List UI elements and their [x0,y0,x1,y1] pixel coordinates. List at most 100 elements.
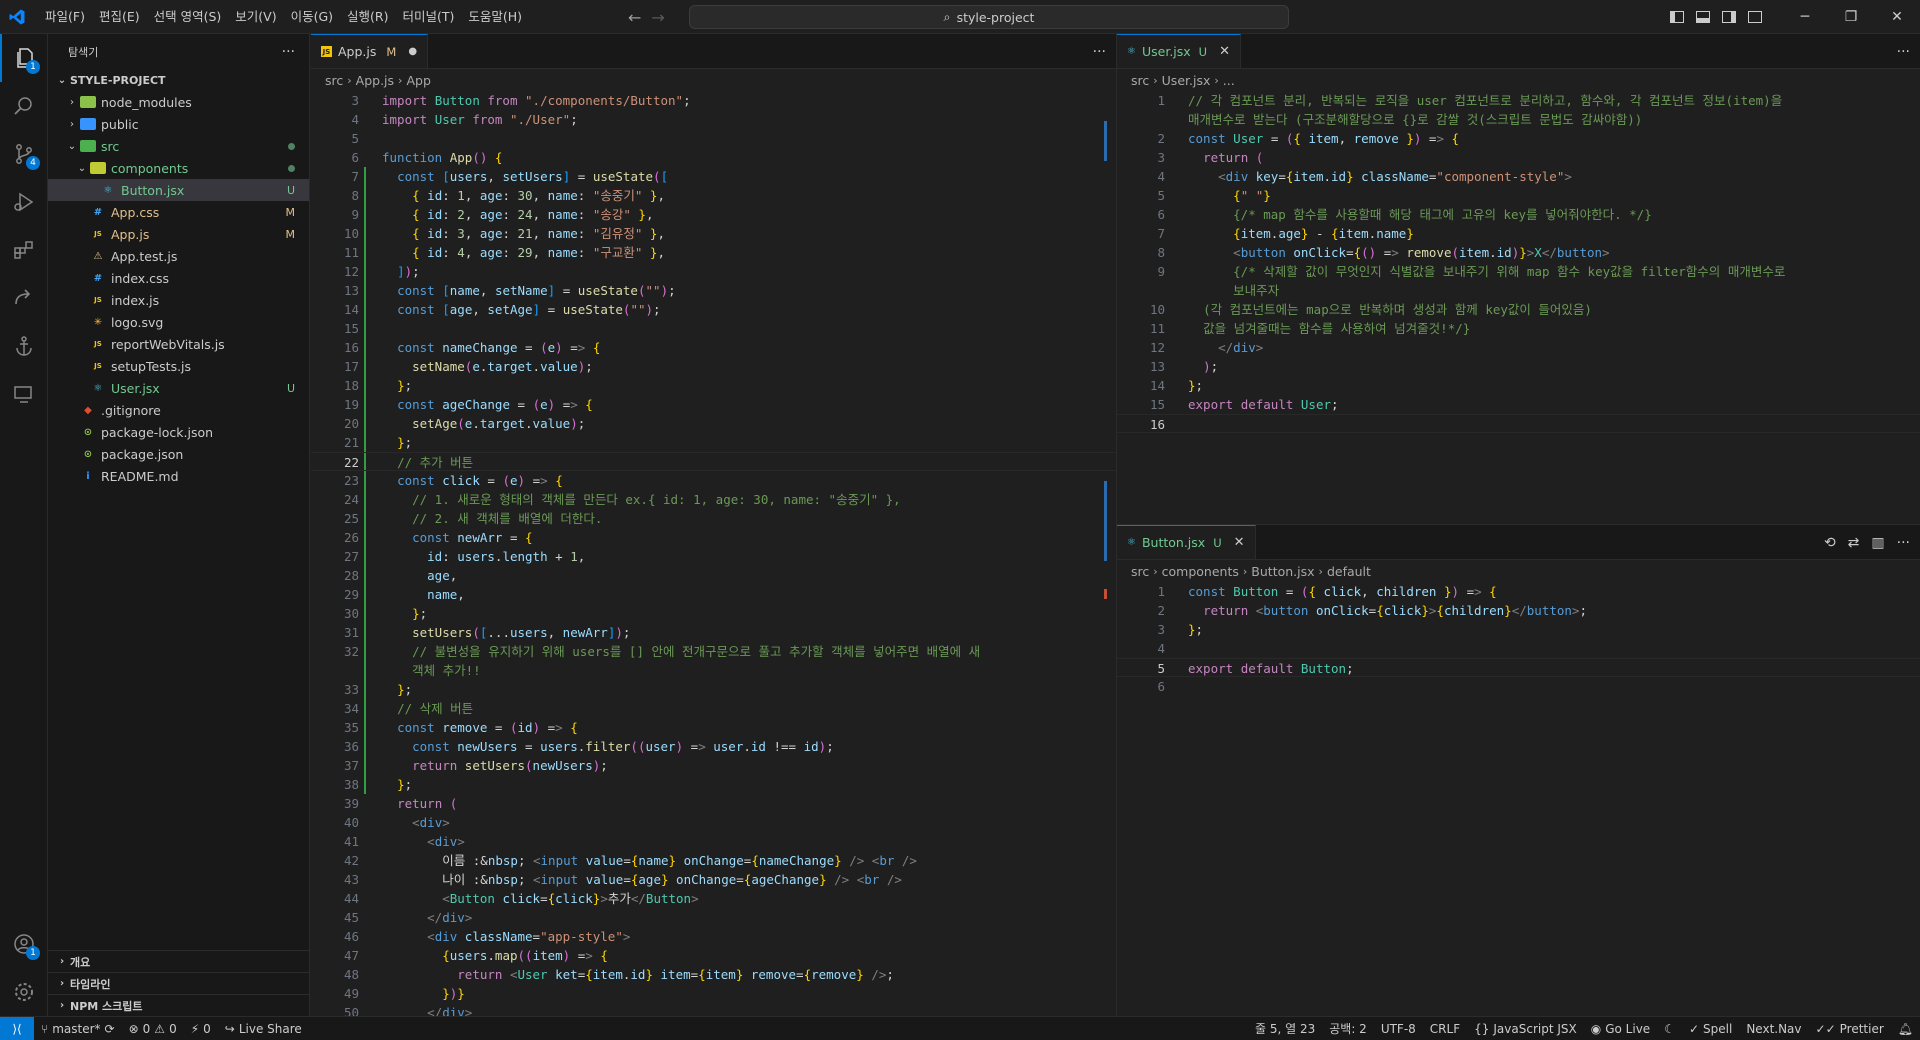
compare-changes-icon[interactable]: ⇄ [1848,535,1860,551]
tab-user-jsx[interactable]: ⚛ User.jsx U ✕ [1117,34,1241,68]
code-line[interactable]: 14}; [1117,376,1920,395]
command-center-search[interactable]: ⌕ style-project [689,5,1289,29]
code-line[interactable]: 12 ]); [311,262,1116,281]
tree-file[interactable]: ◆ .gitignore [48,399,309,421]
tree-folder[interactable]: ⌄ components [48,157,309,179]
close-tab-icon[interactable]: ✕ [1234,535,1245,550]
tab-app-js[interactable]: JS App.js M ● [311,34,429,68]
code-line[interactable]: 8 <button onClick={() => remove(item.id)… [1117,243,1920,262]
code-line[interactable]: 10 (각 컴포넌트에는 map으로 반복하며 생성과 함께 key값이 들어있… [1117,300,1920,319]
breadcrumb-item[interactable]: src [325,73,343,88]
breadcrumb-item[interactable]: default [1327,564,1371,579]
code-editor[interactable]: 1 // 각 컴포넌트 분리, 반복되는 로직을 user 컴포넌트로 분리하고,… [1117,91,1920,433]
tree-folder[interactable]: › node_modules [48,91,309,113]
breadcrumb-item[interactable]: components [1162,564,1239,579]
code-line[interactable]: 15 export default User; [1117,395,1920,414]
tree-file[interactable]: ⚠ App.test.js [48,245,309,267]
menu-item[interactable]: 이동(G) [284,0,340,34]
code-line[interactable]: 43 나이 :&nbsp; <input value={age} onChang… [311,870,1116,889]
code-line[interactable]: 16 [1117,414,1920,433]
code-line[interactable]: 39 return ( [311,794,1116,813]
code-line[interactable]: 28 age, [311,566,1116,585]
code-line[interactable]: 24 // 1. 새로운 형태의 객체를 만든다 ex.{ id: 1, age… [311,490,1116,509]
code-line[interactable]: 29 name, [311,585,1116,604]
toggle-sidebar-icon[interactable] [1664,0,1690,34]
end-of-line[interactable]: CRLF [1423,1022,1467,1036]
breadcrumb-item[interactable]: Button.jsx [1251,564,1314,579]
language-mode[interactable]: {} JavaScript JSX [1467,1022,1584,1036]
code-line[interactable]: 23 const click = (e) => { [311,471,1116,490]
code-line[interactable]: 6 [1117,677,1920,696]
code-line[interactable]: 13 const [name, setName] = useState(""); [311,281,1116,300]
breadcrumb-item[interactable]: src [1131,564,1149,579]
code-line[interactable]: 47 {users.map((item) => { [311,946,1116,965]
code-line[interactable]: 48 return <User ket={item.id} item={item… [311,965,1116,984]
explorer-activity[interactable]: 1 [0,34,48,82]
code-line[interactable]: 41 <div> [311,832,1116,851]
tab-button-jsx[interactable]: ⚛ Button.jsx U ✕ [1117,525,1256,559]
code-line[interactable]: 13 ); [1117,357,1920,376]
live-share-button[interactable]: ↪ Live Share [218,1022,309,1036]
tree-file[interactable]: # index.css [48,267,309,289]
customize-layout-icon[interactable] [1742,0,1768,34]
code-line[interactable]: 2 return <button onClick={click}>{childr… [1117,601,1920,620]
code-line[interactable]: 45 </div> [311,908,1116,927]
sidebar-section[interactable]: › 타임라인 [48,972,310,994]
code-line[interactable]: 35 const remove = (id) => { [311,718,1116,737]
code-line[interactable]: 8 { id: 1, age: 30, name: "송중기" }, [311,186,1116,205]
code-line[interactable]: 6 function App() { [311,148,1116,167]
encoding[interactable]: UTF-8 [1374,1022,1423,1036]
code-line[interactable]: 49 })} [311,984,1116,1003]
code-line[interactable]: 10 { id: 3, age: 21, name: "김유정" }, [311,224,1116,243]
scrollbar[interactable] [1102,91,1116,1016]
code-line[interactable]: 1 // 각 컴포넌트 분리, 반복되는 로직을 user 컴포넌트로 분리하고,… [1117,91,1920,110]
code-line[interactable]: 5 export default Button; [1117,658,1920,677]
indentation[interactable]: 공백: 2 [1322,1020,1374,1037]
code-line[interactable]: 15 [311,319,1116,338]
tree-file[interactable]: JS setupTests.js [48,355,309,377]
code-line[interactable]: 11 { id: 4, age: 29, name: "구교환" }, [311,243,1116,262]
code-line[interactable]: 17 setName(e.target.value); [311,357,1116,376]
menu-item[interactable]: 실행(R) [340,0,395,34]
run-debug-activity[interactable] [0,178,48,226]
live-share-activity[interactable] [0,274,48,322]
breadcrumb-item[interactable]: App [406,73,430,88]
code-line[interactable]: 5 [311,129,1116,148]
ports-indicator[interactable]: ⚡ 0 [184,1022,218,1036]
cursor-position[interactable]: 줄 5, 열 23 [1248,1020,1322,1037]
code-line[interactable]: 7 {item.age} - {item.name} [1117,224,1920,243]
code-line[interactable]: 26 const newArr = { [311,528,1116,547]
tree-file[interactable]: ⊙ package-lock.json [48,421,309,443]
more-actions-icon[interactable]: ··· [1093,44,1106,60]
menu-item[interactable]: 터미널(T) [396,0,462,34]
prettier-button[interactable]: ✓✓ Prettier [1809,1022,1891,1036]
toggle-secondary-sidebar-icon[interactable] [1716,0,1742,34]
spell-button[interactable]: ✓ Spell [1682,1022,1739,1036]
project-root[interactable]: ⌄ STYLE-PROJECT [48,69,309,91]
copilot-icon[interactable]: ☾ [1657,1022,1682,1036]
more-actions-icon[interactable]: ··· [1897,535,1910,551]
code-line[interactable]: 9 {/* 삭제할 값이 무엇인지 식별값을 보내주기 위해 map 함수 ke… [1117,262,1920,281]
sidebar-section[interactable]: › 개요 [48,950,310,972]
code-line[interactable]: 46 <div className="app-style"> [311,927,1116,946]
remote-indicator-icon[interactable]: ⟩⟨ [0,1017,34,1040]
code-line[interactable]: 20 setAge(e.target.value); [311,414,1116,433]
close-tab-icon[interactable]: ✕ [1219,44,1230,59]
tree-file[interactable]: ⚛ Button.jsx U [48,179,309,201]
code-line[interactable]: 12 </div> [1117,338,1920,357]
code-line[interactable]: 44 <Button click={click}>추가</Button> [311,889,1116,908]
tree-file[interactable]: JS index.js [48,289,309,311]
code-line[interactable]: 37 return setUsers(newUsers); [311,756,1116,775]
tree-folder[interactable]: ⌄ src [48,135,309,157]
code-line[interactable]: 50 </div> [311,1003,1116,1016]
unsaved-dot-icon[interactable]: ● [408,46,417,57]
code-line[interactable]: 32 // 불변성을 유지하기 위해 users를 [] 안에 전개구문으로 풀… [311,642,1116,661]
menu-item[interactable]: 파일(F) [38,0,92,34]
code-line[interactable]: 34 // 삭제 버튼 [311,699,1116,718]
branch-indicator[interactable]: ⑂ master* ⟳ [34,1022,122,1036]
tree-file[interactable]: i README.md [48,465,309,487]
code-line[interactable]: 1 const Button = ({ click, children }) =>… [1117,582,1920,601]
code-line[interactable]: 객체 추가!! [311,661,1116,680]
next-nav[interactable]: Next.Nav [1739,1022,1808,1036]
more-actions-icon[interactable]: ··· [282,44,295,60]
